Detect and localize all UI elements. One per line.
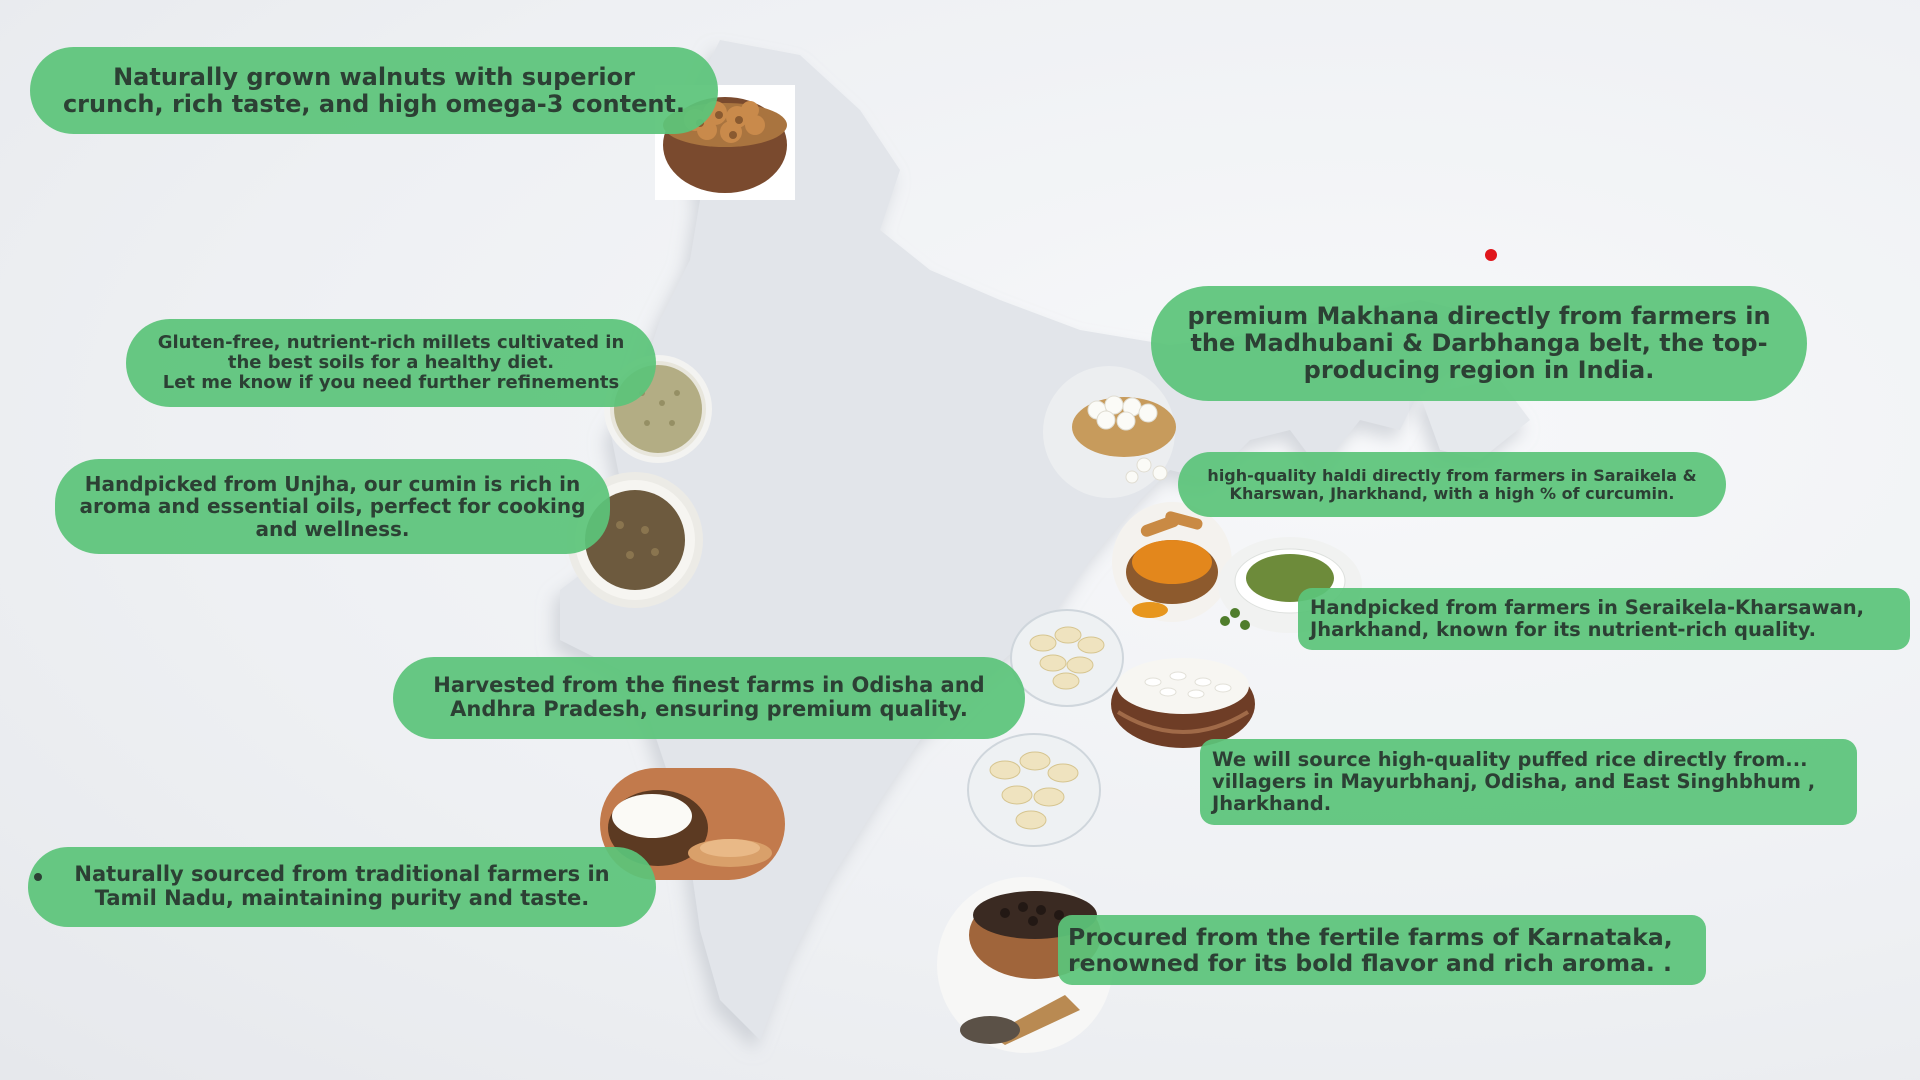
pepper-caption: Procured from the fertile farms of Karna… <box>1058 915 1706 985</box>
makhana-basket-icon <box>1043 366 1176 498</box>
puffed-rice-bowl-icon <box>1111 658 1255 748</box>
coconut-caption: Naturally sourced from traditional farme… <box>28 847 656 927</box>
haldi-caption: high-quality haldi directly from farmers… <box>1178 452 1726 517</box>
cashew-bowl-icon <box>967 733 1101 847</box>
cashew-caption: Harvested from the finest farms in Odish… <box>393 657 1025 739</box>
puffed-rice-caption: We will source high-quality puffed rice … <box>1200 739 1857 825</box>
millet-caption: Gluten-free, nutrient-rich millets culti… <box>126 319 656 407</box>
cumin-caption: Handpicked from Unjha, our cumin is rich… <box>55 459 610 554</box>
location-dot <box>1485 249 1497 261</box>
moringa-caption: Handpicked from farmers in Seraikela-Kha… <box>1298 588 1910 650</box>
bullet-icon <box>34 873 42 881</box>
walnut-caption: Naturally grown walnuts with superior cr… <box>30 47 718 134</box>
makhana-caption: premium Makhana directly from farmers in… <box>1151 286 1807 401</box>
